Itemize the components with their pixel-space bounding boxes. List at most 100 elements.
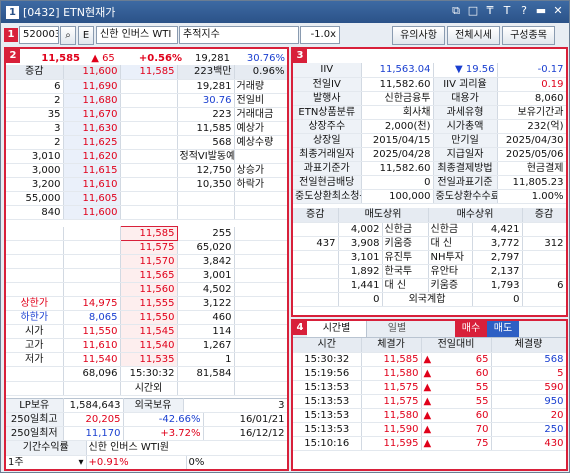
tab-daily[interactable]: 일별: [367, 321, 427, 337]
notice-button[interactable]: 유의사항: [392, 25, 445, 45]
bid-row: 하한가 8,065 11,550 460: [6, 310, 287, 325]
bid-qty: 460: [177, 310, 235, 325]
trade-time: 15:10:16: [293, 436, 362, 451]
ask-price[interactable]: 11,620: [63, 149, 121, 164]
orderbook-panel: 2 11,585 ▲ 65 +0.56% 19,281 30.76% 증감 11…: [4, 47, 289, 471]
info-value: 11,582.60: [361, 161, 434, 176]
orderbook-header-row: 증감 11,600 11,585 223백만 0.96%: [6, 65, 287, 80]
buy-change: 312: [522, 236, 566, 251]
trade-volume: 250: [491, 422, 566, 437]
window-index-icon: 1: [6, 5, 19, 19]
trade-time: 15:13:53: [293, 422, 362, 437]
bid-price[interactable]: 11,585: [119, 226, 178, 241]
broker-row: 437 3,908 키움증 대 신 3,772 312: [293, 236, 566, 251]
info-label: 대용가: [433, 91, 498, 106]
info-label: 시가총액: [433, 119, 498, 134]
ask-price[interactable]: 11,630: [63, 121, 121, 136]
info-row: 전일IV 11,582.60 IIV 괴리율 0.19: [293, 77, 566, 92]
link-icon[interactable]: ⧉: [449, 4, 463, 18]
bid-stat-label: 상한가: [6, 296, 64, 311]
bid-price[interactable]: 11,555: [120, 296, 178, 311]
orderbook-totals: 68,096 15:30:32 81,584 시간외: [6, 367, 287, 396]
bid-row: 고가 11,610 11,540 1,267: [6, 338, 287, 353]
trades-header-price: 체결가: [361, 338, 422, 353]
info-label: IIV 괴리율: [433, 77, 498, 92]
stock-code-input[interactable]: 520003: [19, 26, 59, 44]
bid-stat-label: [6, 240, 64, 255]
minimize-icon[interactable]: ▬: [534, 4, 548, 18]
sell-change: [293, 264, 339, 279]
bid-stat-label: [6, 254, 64, 269]
up-triangle-icon: ▲: [423, 423, 432, 435]
info-label: 하락가: [234, 177, 287, 192]
search-icon[interactable]: ⌕: [60, 25, 76, 45]
sell-filter-button[interactable]: 매도: [487, 321, 519, 337]
ask-price[interactable]: 11,690: [63, 79, 121, 94]
foreign-label: 외국보유: [123, 398, 184, 413]
bid-price[interactable]: 11,545: [120, 324, 178, 339]
bid-price[interactable]: 11,570: [120, 254, 178, 269]
font-icon[interactable]: T: [500, 4, 514, 18]
info-row: 최종거래일자 2025/04/28 지급일자 2025/05/06: [293, 147, 566, 162]
info-row: 상장주수 2,000(천) 시가총액 232(억): [293, 119, 566, 134]
stock-name-field[interactable]: 신한 인버스 WTI: [96, 26, 178, 44]
trade-price: 11,575: [361, 394, 422, 409]
bid-stat-value: [63, 226, 121, 241]
ask-row: 2 11,680 30.76 전일비: [6, 93, 287, 108]
period-select[interactable]: 1주 ▾: [6, 455, 87, 469]
history-date: 16/01/21: [203, 412, 287, 427]
help-icon[interactable]: ?: [517, 4, 531, 18]
ask-price[interactable]: 11,600: [63, 205, 121, 220]
section-badge-3: 3: [293, 49, 307, 63]
after-hours-button[interactable]: 시간외: [120, 381, 178, 396]
info-label: 전일현금배당: [293, 175, 362, 190]
iiv-value: 11,563.04: [361, 63, 434, 78]
quote-summary: 11,585 ▲ 65 +0.56% 19,281 30.76%: [6, 51, 287, 65]
tab-time[interactable]: 시간별: [307, 321, 367, 337]
ask-empty: [120, 149, 178, 164]
info-row: 중도상환최소청구수량100,000중도상환수수료율1.00%: [293, 189, 566, 204]
chevron-down-icon[interactable]: ▾: [78, 456, 83, 469]
ask-price[interactable]: 11,670: [63, 107, 121, 122]
buy-broker: 신한금: [428, 222, 473, 237]
bid-qty: 3,842: [177, 254, 235, 269]
buy-filter-button[interactable]: 매수: [455, 321, 487, 337]
ask-price[interactable]: 11,605: [63, 191, 121, 206]
info-label: 중도상환수수료율: [433, 189, 498, 204]
ask-price[interactable]: 11,625: [63, 135, 121, 150]
components-button[interactable]: 구성종목: [502, 25, 555, 45]
bid-price[interactable]: 11,550: [120, 310, 178, 325]
window-controls: ⧉ □ ₸ T ? ▬ ✕: [449, 4, 565, 18]
sell-volume: 3,908: [338, 236, 383, 251]
bid-price[interactable]: 11,535: [120, 352, 178, 367]
buy-broker: 유안타: [428, 264, 473, 279]
period-return-name: 신한 인버스 WTI원: [86, 441, 287, 456]
ask-qty: 6: [6, 79, 64, 94]
info-label: 발행사: [293, 91, 362, 106]
broker-header-buy: 매수상위: [428, 208, 523, 223]
trade-row: 15:19:56 11,580 ▲ 60 5: [293, 366, 566, 381]
bid-price[interactable]: 11,565: [120, 268, 178, 283]
buy-volume: 4,421: [472, 222, 523, 237]
etn-return: +0.91%: [86, 455, 187, 469]
sell-change: 437: [293, 236, 339, 251]
info-label: 전일IV: [293, 77, 362, 92]
close-icon[interactable]: ✕: [551, 4, 565, 18]
history-percent: -42.66%: [123, 412, 204, 427]
info-value: 2015/04/15: [361, 133, 434, 148]
period-return: 기간수익률 신한 인버스 WTI원 1주 ▾ +0.91% 0%: [6, 441, 287, 469]
ask-price[interactable]: 11,680: [63, 93, 121, 108]
trade-change: ▲ 60: [421, 366, 492, 381]
trade-volume: 568: [491, 352, 566, 367]
trade-time: 15:13:53: [293, 408, 362, 423]
info-label: 상장일: [293, 133, 362, 148]
bid-price[interactable]: 11,540: [120, 338, 178, 353]
iiv-table: IIV 11,563.04 ▼ 19.56 -0.17: [293, 63, 566, 78]
ask-price[interactable]: 11,610: [63, 177, 121, 192]
full-quote-button[interactable]: 전체시세: [447, 25, 500, 45]
bid-price[interactable]: 11,560: [120, 282, 178, 297]
bid-price[interactable]: 11,575: [120, 240, 178, 255]
restore-icon[interactable]: □: [466, 4, 480, 18]
pin-icon[interactable]: ₸: [483, 4, 497, 18]
ask-price[interactable]: 11,615: [63, 163, 121, 178]
